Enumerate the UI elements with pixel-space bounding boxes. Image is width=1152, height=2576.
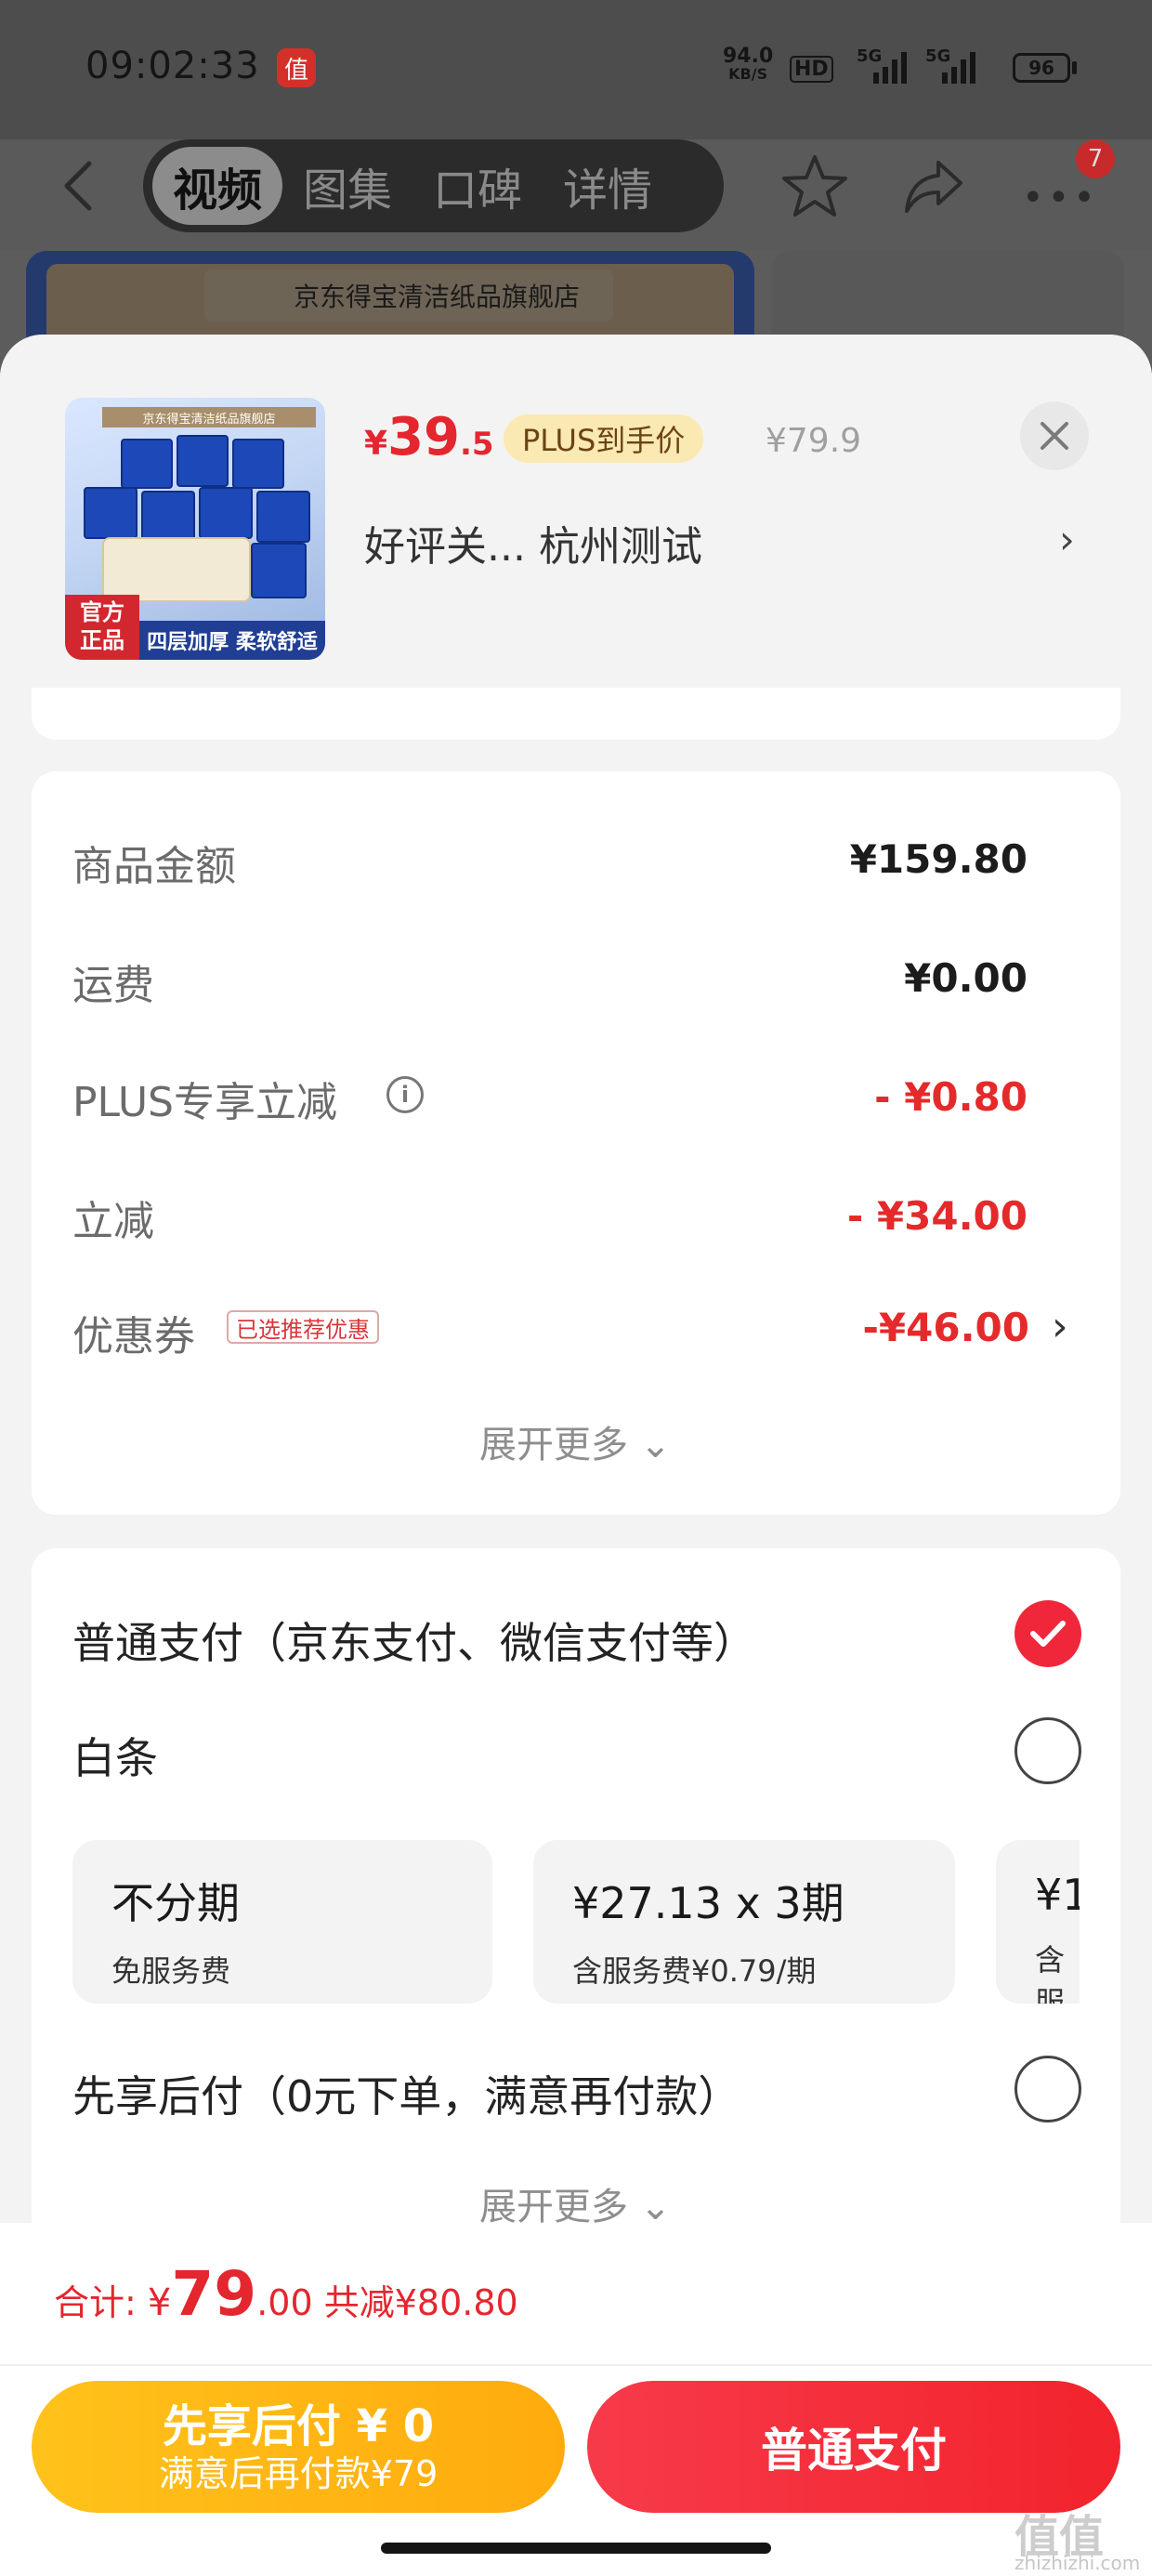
footer-divider — [0, 2364, 1152, 2366]
battery-cap — [1072, 61, 1077, 74]
price-integer: 39 — [387, 407, 460, 467]
thumbnail-store-name: 京东得宝清洁纸品旗舰店 — [102, 407, 316, 427]
app-notification-icon: 值 — [277, 48, 316, 87]
coupon-chevron-right-icon[interactable]: › — [1052, 1303, 1068, 1350]
installment-option-partial[interactable]: ¥1 含服 — [996, 1840, 1080, 2004]
summary-label-goods-amount: 商品金额 — [72, 843, 236, 890]
official-badge-line1: 官方 — [80, 599, 124, 625]
pay-option-normal-label[interactable]: 普通支付（京东支付、微信支付等） — [72, 1610, 756, 1671]
battery-icon: 96 — [1013, 53, 1070, 83]
tab-details[interactable]: 详情 — [543, 147, 673, 225]
tab-reviews[interactable]: 口碑 — [412, 147, 543, 225]
total-amount: 合计: ¥79.00 共减¥80.80 — [54, 2258, 518, 2330]
more-icon[interactable]: ••• — [1022, 177, 1099, 219]
summary-value-coupon[interactable]: -¥46.00 — [862, 1305, 1029, 1350]
pay-option-baitiao-label[interactable]: 白条 — [72, 1725, 158, 1786]
media-tabs: 视频 图集 口碑 详情 — [143, 139, 724, 232]
pay-option-baitiao-radio[interactable] — [1015, 1717, 1081, 1784]
pay-option-later-radio[interactable] — [1015, 2056, 1081, 2123]
network-speed-unit: KB/S — [728, 65, 768, 83]
expand-more-summary[interactable]: 展开更多 ⌄ — [479, 1414, 671, 1468]
close-icon — [1041, 422, 1068, 450]
product-price: ¥39.5 — [364, 407, 494, 467]
network-speed: 94.0 KB/S — [723, 46, 773, 82]
coupon-recommended-tag: 已选推荐优惠 — [227, 1310, 379, 1344]
installment-title: 不分期 — [111, 1878, 240, 1928]
tab-video[interactable]: 视频 — [152, 147, 283, 225]
summary-value-plus-discount: - ¥0.80 — [874, 1074, 1028, 1120]
price-currency: ¥ — [364, 425, 388, 463]
original-price: ¥79.9 — [766, 422, 862, 460]
info-icon[interactable]: i — [386, 1076, 424, 1113]
installment-sub: 含服务费¥0.79/期 — [572, 1953, 817, 1989]
watermark-site: zhizhizhi.com — [1015, 2552, 1141, 2574]
hd-icon: HD — [790, 56, 833, 83]
home-indicator[interactable] — [381, 2543, 771, 2554]
pay-later-button[interactable]: 先享后付 ¥ 0 满意后再付款¥79 — [32, 2381, 565, 2513]
previous-card-bottom — [32, 688, 1120, 740]
installment-title: ¥27.13 x 3期 — [572, 1878, 844, 1928]
summary-label-coupon[interactable]: 优惠券 — [72, 1303, 195, 1362]
price-decimal: .5 — [460, 426, 494, 463]
total-discount: 共减¥80.80 — [312, 2282, 518, 2323]
pay-option-normal-radio[interactable] — [1015, 1600, 1081, 1667]
summary-label-plus-discount: PLUS专享立减 — [72, 1079, 337, 1126]
summary-value-instant-discount: - ¥34.00 — [846, 1193, 1028, 1239]
installment-title: ¥1 — [1035, 1870, 1080, 1920]
tab-gallery[interactable]: 图集 — [282, 147, 412, 225]
pay-later-button-sub: 满意后再付款¥79 — [158, 2453, 439, 2494]
total-label: 合计: — [54, 2282, 148, 2323]
signal-bars-icon-2 — [942, 52, 975, 84]
feature-badge: 四层加厚 柔软舒适 — [139, 621, 325, 660]
signal-bars-icon — [873, 52, 907, 84]
installment-sub: 含服 — [1035, 1942, 1066, 2004]
summary-value-shipping: ¥0.00 — [904, 955, 1028, 1001]
checkmark-icon — [1030, 1621, 1066, 1647]
summary-value-goods-amount: ¥159.80 — [849, 836, 1028, 882]
chevron-right-icon[interactable]: › — [1059, 517, 1075, 562]
official-badge: 官方 正品 — [65, 595, 139, 660]
network-speed-value: 94.0 — [723, 45, 774, 68]
background-store-name: 京东得宝清洁纸品旗舰店 — [204, 269, 613, 322]
total-integer: 79 — [171, 2258, 257, 2330]
official-badge-line2: 正品 — [80, 627, 124, 653]
total-currency: ¥ — [147, 2281, 172, 2324]
status-time: 09:02:33 — [85, 45, 260, 87]
plus-price-tag: PLUS到手价 — [504, 414, 704, 463]
total-decimal: .00 — [256, 2282, 313, 2323]
summary-label-instant-discount: 立减 — [72, 1198, 154, 1245]
summary-label-shipping: 运费 — [72, 962, 154, 1009]
installment-sub: 免服务费 — [111, 1953, 231, 1989]
spec-selector[interactable]: 好评关... 杭州测试 — [364, 513, 702, 572]
normal-pay-button[interactable]: 普通支付 — [587, 2381, 1120, 2513]
tissue-pack-graphic — [102, 537, 251, 602]
watermark-logo: 值值值 — [1015, 2511, 1105, 2563]
installment-option-none[interactable]: 不分期 免服务费 — [72, 1840, 492, 2004]
installment-option-3[interactable]: ¥27.13 x 3期 含服务费¥0.79/期 — [533, 1840, 955, 2004]
back-arrow-icon[interactable] — [59, 158, 97, 214]
favorite-star-icon[interactable] — [780, 153, 849, 218]
close-button[interactable] — [1020, 401, 1089, 470]
more-badge: 7 — [1076, 139, 1115, 178]
share-icon[interactable] — [901, 153, 966, 218]
pay-later-button-title: 先享后付 ¥ 0 — [162, 2400, 435, 2452]
pay-option-later-label[interactable]: 先享后付（0元下单，满意再付款） — [72, 2063, 740, 2124]
